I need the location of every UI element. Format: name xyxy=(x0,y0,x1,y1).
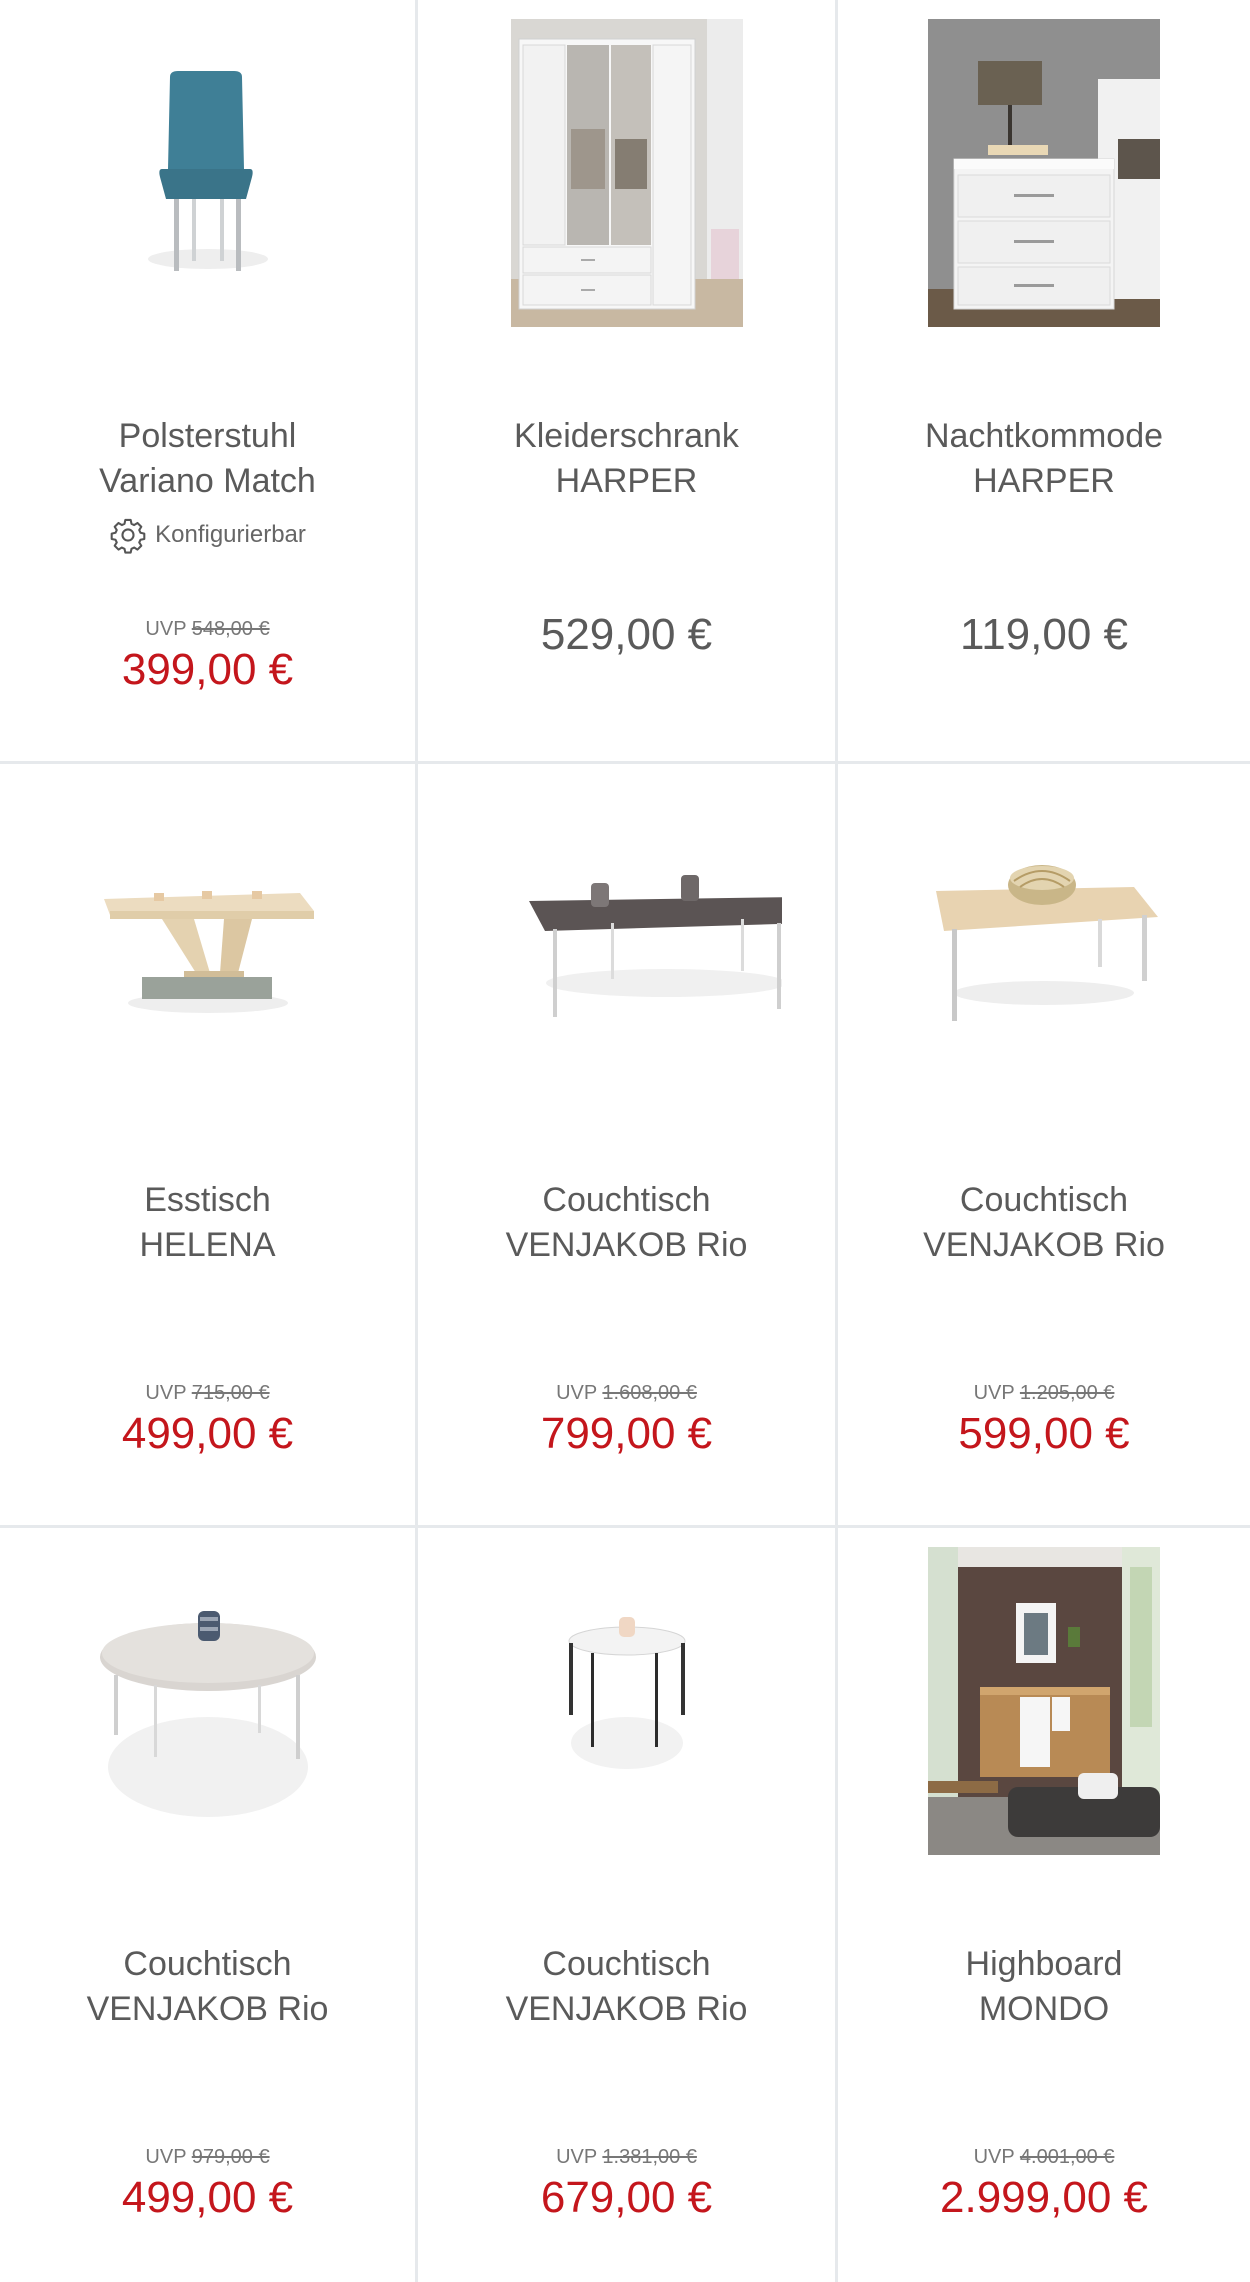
wardrobe-image[interactable] xyxy=(510,19,743,327)
dining-table-image[interactable] xyxy=(91,783,324,1091)
uvp-price: UVP 715,00 € xyxy=(0,1382,415,1405)
uvp-price: UVP 1.608,00 € xyxy=(418,1382,835,1405)
uvp-value: 548,00 € xyxy=(191,618,270,640)
sale-price: 679,00 € xyxy=(540,2173,713,2222)
product-grid: Polsterstuhl Variano Match Konfigurierba… xyxy=(0,0,1250,2282)
product-card-kleiderschrank[interactable]: Kleiderschrank HARPER 529,00 € xyxy=(418,0,838,764)
uvp-value: 4.001,00 € xyxy=(1019,2146,1115,2168)
product-image-wrap[interactable] xyxy=(418,1546,835,1856)
product-image-wrap[interactable] xyxy=(838,1546,1250,1856)
side-table-round-image[interactable] xyxy=(510,1547,743,1855)
product-card-highboard[interactable]: Highboard MONDO UVP 4.001,00 € 2.999,00 … xyxy=(838,1528,1250,2282)
uvp-label: UVP xyxy=(556,1382,597,1404)
product-image-wrap[interactable] xyxy=(838,18,1250,328)
product-title[interactable]: Esstisch HELENA xyxy=(10,1178,405,1268)
product-card-couchtisch-3[interactable]: Couchtisch VENJAKOB Rio UVP 979,00 € 499… xyxy=(0,1528,418,2282)
product-card-couchtisch-1[interactable]: Couchtisch VENJAKOB Rio UVP 1.608,00 € 7… xyxy=(418,764,838,1528)
uvp-price: UVP 1.205,00 € xyxy=(838,1382,1250,1405)
product-title[interactable]: Couchtisch VENJAKOB Rio xyxy=(10,1942,405,2032)
product-title[interactable]: Couchtisch VENJAKOB Rio xyxy=(848,1178,1240,1268)
product-card-nachtkommode[interactable]: Nachtkommode HARPER 119,00 € xyxy=(838,0,1250,764)
uvp-value: 979,00 € xyxy=(191,2146,270,2168)
configurable-badge[interactable]: Konfigurierbar xyxy=(0,516,415,554)
uvp-label: UVP xyxy=(973,1382,1015,1404)
sale-price: 799,00 € xyxy=(540,1409,713,1458)
uvp-value: 715,00 € xyxy=(191,1382,270,1404)
product-title[interactable]: Kleiderschrank HARPER xyxy=(428,414,825,504)
product-image-wrap[interactable] xyxy=(0,782,415,1092)
uvp-label: UVP xyxy=(556,2146,597,2168)
sale-price: 2.999,00 € xyxy=(940,2173,1148,2222)
uvp-price: UVP 548,00 € xyxy=(0,618,415,641)
product-title[interactable]: Highboard MONDO xyxy=(848,1942,1240,2032)
uvp-price: UVP 1.381,00 € xyxy=(418,2146,835,2169)
price: 529,00 € xyxy=(540,610,713,659)
uvp-value: 1.381,00 € xyxy=(602,2146,697,2168)
coffee-table-dark-image[interactable] xyxy=(472,783,782,1091)
sale-price: 499,00 € xyxy=(121,1409,294,1458)
uvp-price: UVP 4.001,00 € xyxy=(838,2146,1250,2169)
product-title[interactable]: Couchtisch VENJAKOB Rio xyxy=(428,1942,825,2032)
product-image-wrap[interactable] xyxy=(418,782,835,1092)
product-title[interactable]: Polsterstuhl Variano Match xyxy=(10,414,405,504)
coffee-table-round-image[interactable] xyxy=(91,1547,324,1855)
product-title[interactable]: Nachtkommode HARPER xyxy=(848,414,1240,504)
sale-price: 499,00 € xyxy=(121,2173,294,2222)
uvp-label: UVP xyxy=(145,618,187,640)
sale-price: 399,00 € xyxy=(121,645,294,694)
uvp-value: 1.205,00 € xyxy=(1019,1382,1115,1404)
uvp-value: 1.608,00 € xyxy=(602,1382,697,1404)
product-title[interactable]: Couchtisch VENJAKOB Rio xyxy=(428,1178,825,1268)
uvp-label: UVP xyxy=(973,2146,1015,2168)
uvp-price: UVP 979,00 € xyxy=(0,2146,415,2169)
product-image-wrap[interactable] xyxy=(0,18,415,328)
product-card-esstisch[interactable]: Esstisch HELENA UVP 715,00 € 499,00 € xyxy=(0,764,418,1528)
nightstand-image[interactable] xyxy=(928,19,1160,327)
coffee-table-oak-image[interactable] xyxy=(928,783,1160,1091)
uvp-label: UVP xyxy=(145,2146,187,2168)
gear-icon xyxy=(110,518,146,554)
product-image-wrap[interactable] xyxy=(838,782,1250,1092)
product-card-couchtisch-2[interactable]: Couchtisch VENJAKOB Rio UVP 1.205,00 € 5… xyxy=(838,764,1250,1528)
upholstered-chair-image[interactable] xyxy=(91,19,324,327)
configurable-label: Konfigurierbar xyxy=(155,521,306,548)
sale-price: 599,00 € xyxy=(958,1409,1130,1458)
product-image-wrap[interactable] xyxy=(0,1546,415,1856)
product-card-couchtisch-4[interactable]: Couchtisch VENJAKOB Rio UVP 1.381,00 € 6… xyxy=(418,1528,838,2282)
product-image-wrap[interactable] xyxy=(418,18,835,328)
price: 119,00 € xyxy=(959,610,1128,659)
highboard-image[interactable] xyxy=(928,1547,1160,1855)
product-card-polsterstuhl[interactable]: Polsterstuhl Variano Match Konfigurierba… xyxy=(0,0,418,764)
uvp-label: UVP xyxy=(145,1382,187,1404)
